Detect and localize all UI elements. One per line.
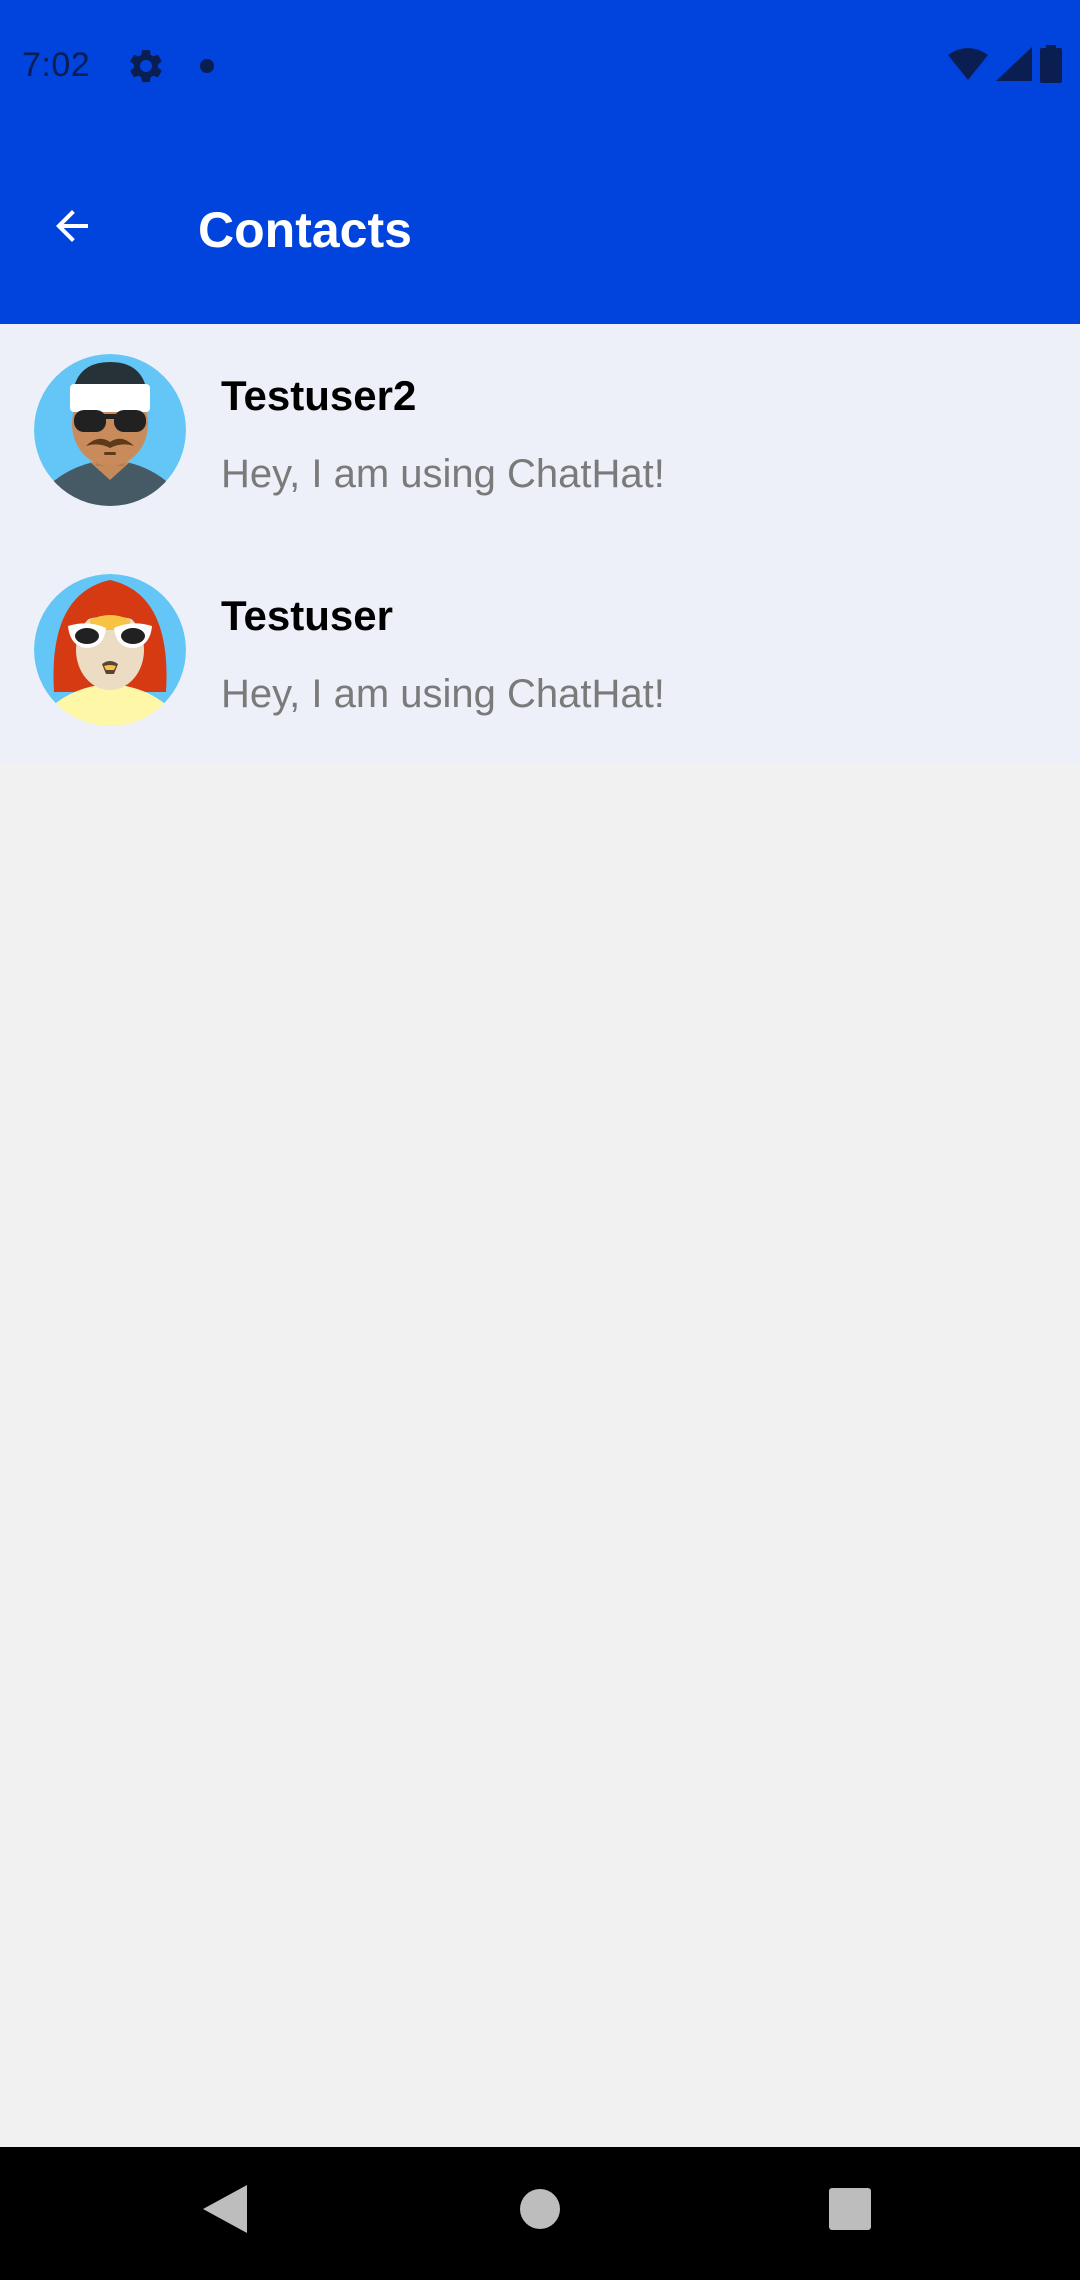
contact-status: Hey, I am using ChatHat!: [221, 672, 665, 716]
nav-recents-button[interactable]: [800, 2161, 900, 2261]
system-nav-bar: [0, 2147, 1080, 2280]
back-button[interactable]: [36, 192, 108, 264]
back-triangle-icon: [203, 2184, 247, 2238]
status-time: 7:02: [22, 46, 91, 84]
nav-back-button[interactable]: [175, 2161, 275, 2261]
app-toolbar: Contacts: [0, 136, 1080, 324]
battery-icon: [1040, 44, 1062, 88]
contact-list: Testuser2 Hey, I am using ChatHat! Testu…: [0, 324, 1080, 764]
redhair-sunglasses-avatar-icon: [34, 574, 186, 726]
page-title: Contacts: [198, 202, 412, 258]
nav-home-button[interactable]: [490, 2161, 590, 2261]
notification-dot-icon: [200, 59, 214, 73]
wifi-icon: [948, 47, 988, 86]
man-sunglasses-headband-avatar-icon: [34, 354, 186, 506]
status-bar: 7:02: [0, 0, 1080, 136]
signal-icon: [996, 46, 1032, 86]
contact-item[interactable]: Testuser Hey, I am using ChatHat!: [0, 544, 1080, 764]
contact-item[interactable]: Testuser2 Hey, I am using ChatHat!: [0, 324, 1080, 544]
gear-icon: [126, 46, 166, 86]
contact-name: Testuser2: [221, 372, 417, 419]
home-circle-icon: [519, 2188, 561, 2235]
contact-name: Testuser: [221, 592, 393, 639]
recents-square-icon: [829, 2187, 871, 2235]
contact-status: Hey, I am using ChatHat!: [221, 452, 665, 496]
arrow-left-icon: [48, 202, 96, 255]
status-icons: [948, 44, 1062, 88]
